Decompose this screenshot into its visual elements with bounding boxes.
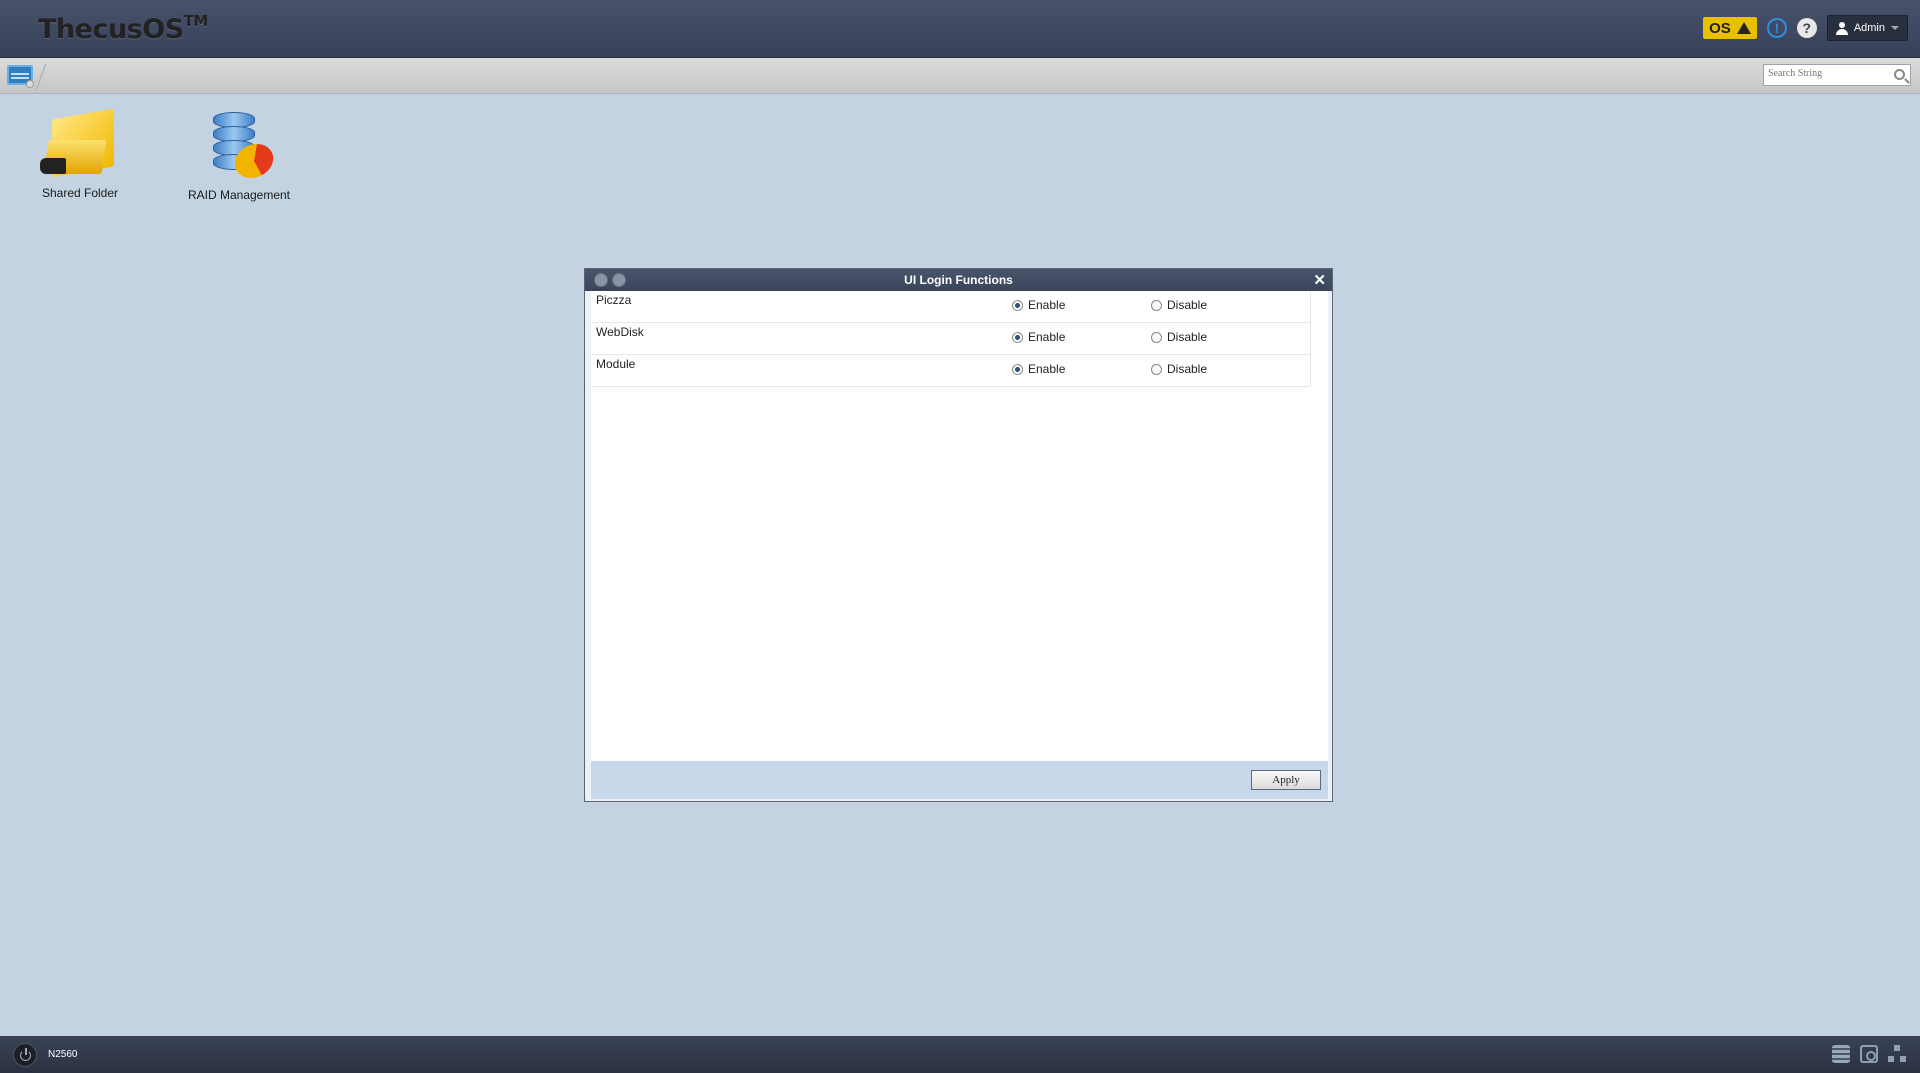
webdisk-disable-radio[interactable]: Disable <box>1151 330 1207 344</box>
row-label: WebDisk <box>596 325 644 339</box>
radio-label: Disable <box>1167 330 1208 344</box>
os-update-badge[interactable]: OS <box>1703 17 1757 39</box>
radio-label: Enable <box>1028 298 1066 312</box>
module-disable-radio[interactable]: Disable <box>1151 362 1207 376</box>
radio-checked-icon[interactable] <box>1012 299 1023 311</box>
chevron-down-icon <box>1891 26 1899 30</box>
disk-icon[interactable] <box>1860 1045 1878 1063</box>
radio-label: Enable <box>1028 362 1066 376</box>
webdisk-enable-radio[interactable]: Enable <box>1012 330 1065 344</box>
taskbar: N2560 <box>0 1036 1920 1073</box>
os-badge-label: OS <box>1709 19 1731 37</box>
top-bar: ThecusOSTM OS ! ? Admin <box>0 0 1920 58</box>
user-icon <box>1835 21 1848 35</box>
radio-label: Enable <box>1028 330 1066 344</box>
row-divider <box>1310 355 1311 386</box>
shared-folder-icon <box>40 108 120 180</box>
radio-unchecked-icon[interactable] <box>1151 331 1162 343</box>
info-icon[interactable]: ! <box>1766 18 1787 38</box>
row-label: Module <box>596 357 636 371</box>
radio-checked-icon[interactable] <box>1012 331 1023 343</box>
row-divider <box>1310 323 1311 354</box>
radio-label: Disable <box>1167 362 1208 376</box>
show-desktop-button[interactable] <box>4 62 38 90</box>
window-footer: Apply <box>591 761 1328 799</box>
model-name: N2560 <box>48 1049 78 1060</box>
desktop-icon-raid-management[interactable]: RAID Management <box>169 110 309 202</box>
window-back-icon[interactable] <box>594 273 608 287</box>
thecusos-logo: ThecusOSTM <box>38 12 208 45</box>
radio-unchecked-icon[interactable] <box>1151 299 1162 311</box>
window-title: UI Login Functions <box>904 273 1013 287</box>
radio-label: Disable <box>1167 298 1208 312</box>
piczza-disable-radio[interactable]: Disable <box>1151 298 1207 312</box>
user-menu-button[interactable]: Admin <box>1826 15 1908 41</box>
function-row-module: Module Enable Disable <box>591 355 1311 387</box>
close-icon[interactable]: ✕ <box>1313 270 1326 292</box>
user-label: Admin <box>1853 22 1885 34</box>
apply-button[interactable]: Apply <box>1251 770 1321 790</box>
desktop-icon-label: Shared Folder <box>41 186 119 200</box>
top-right-controls: OS ! ? Admin <box>1703 15 1908 41</box>
desktop-icon-label: RAID Management <box>187 188 291 202</box>
window-title-bar[interactable]: UI Login Functions ✕ <box>585 269 1332 291</box>
warning-icon <box>1736 22 1751 34</box>
module-enable-radio[interactable]: Enable <box>1012 362 1065 376</box>
piczza-enable-radio[interactable]: Enable <box>1012 298 1065 312</box>
desktop-badge-icon <box>26 80 34 88</box>
function-row-piczza: Piczza Enable Disable <box>591 291 1311 323</box>
row-divider <box>1310 291 1311 322</box>
system-tray <box>1832 1045 1906 1063</box>
radio-unchecked-icon[interactable] <box>1151 363 1162 375</box>
radio-checked-icon[interactable] <box>1012 363 1023 375</box>
search-icon[interactable] <box>1894 69 1905 80</box>
toolbar: Search String <box>0 58 1920 94</box>
storage-icon[interactable] <box>1832 1045 1850 1063</box>
power-icon[interactable] <box>13 1043 37 1067</box>
search-input[interactable]: Search String <box>1763 64 1911 86</box>
function-row-webdisk: WebDisk Enable Disable <box>591 323 1311 355</box>
network-icon[interactable] <box>1888 1045 1906 1063</box>
window-forward-icon[interactable] <box>612 273 626 287</box>
help-icon[interactable]: ? <box>1796 18 1817 38</box>
raid-management-icon <box>199 110 279 182</box>
window-body: Piczza Enable Disable WebDisk Enable Dis… <box>591 291 1328 761</box>
ui-login-functions-window: UI Login Functions ✕ Piczza Enable Disab… <box>584 268 1333 802</box>
row-label: Piczza <box>596 293 632 307</box>
desktop-icon-shared-folder[interactable]: Shared Folder <box>10 108 150 200</box>
